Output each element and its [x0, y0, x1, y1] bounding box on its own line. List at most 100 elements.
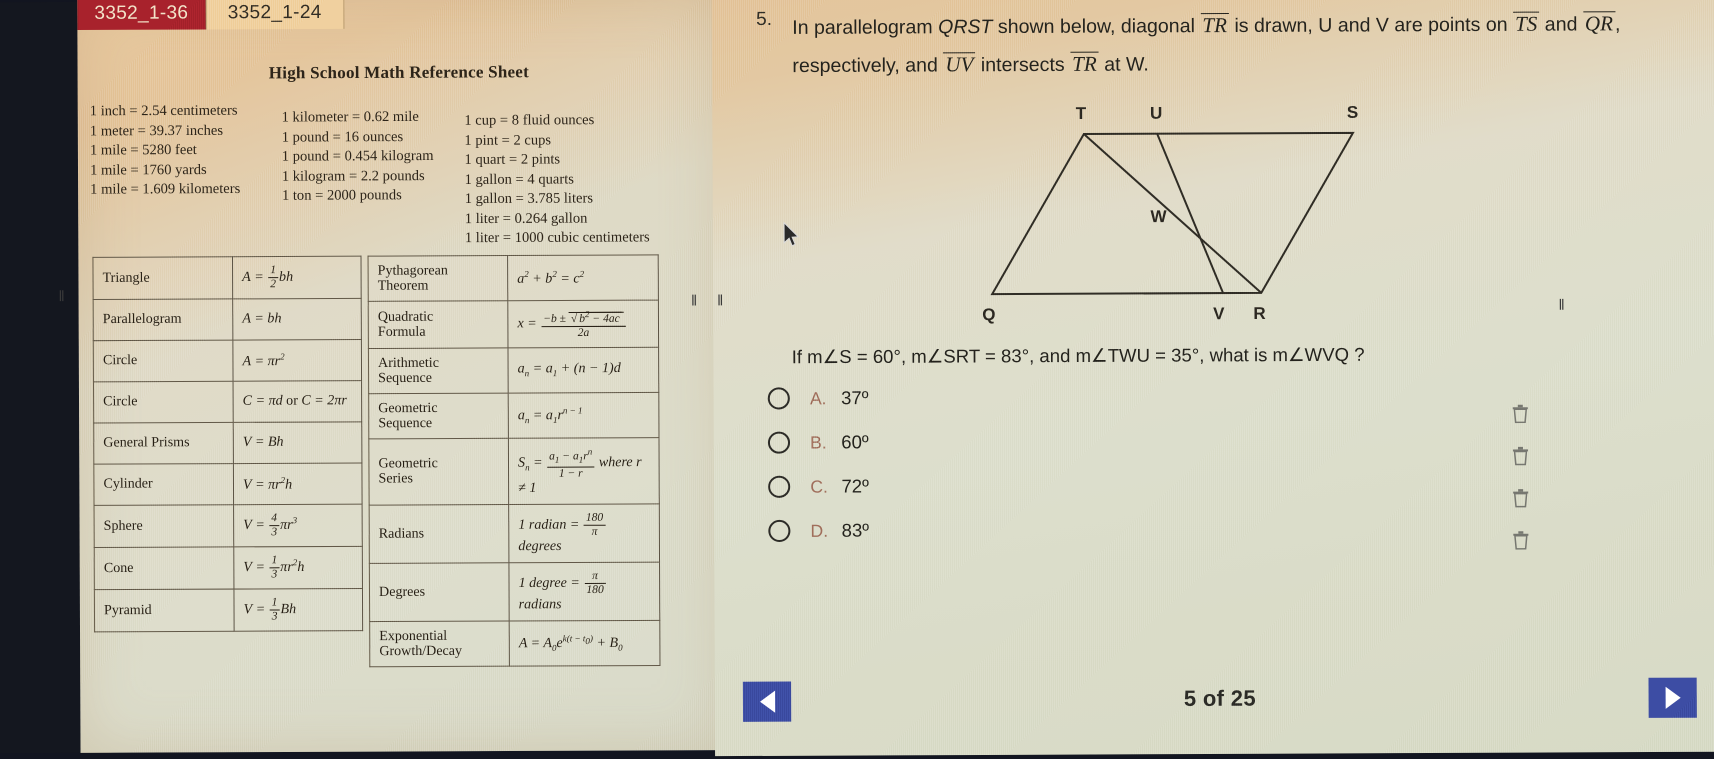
- conversion-line: 1 pint = 2 cups: [464, 131, 552, 149]
- table-row: Exponential Growth/Decay A = A0ek(t − t0)…: [369, 620, 660, 667]
- stem-text: shown below, diagonal: [997, 15, 1195, 39]
- radio-button-c[interactable]: [768, 475, 791, 498]
- row-label: Parallelogram: [93, 298, 233, 341]
- table-row: General Prisms V = Bh: [93, 421, 362, 465]
- segment-uv-line: [1156, 133, 1225, 294]
- formulas-table: Pythagorean Theorem a2 + b2 = c2 Quadrati…: [367, 254, 661, 668]
- table-row: Sphere V = 4 3 πr3: [94, 504, 363, 548]
- conversion-line: 1 mile = 5280 feet: [89, 141, 197, 159]
- delete-button-3[interactable]: [1495, 476, 1545, 518]
- row-label: General Prisms: [93, 422, 234, 465]
- row-label: Cylinder: [93, 463, 234, 506]
- table-row: Pyramid V = 1 3 Bh: [94, 588, 363, 632]
- parallelogram-diagram: T U S W Q V R: [982, 103, 1358, 324]
- delete-icon: [1512, 404, 1528, 423]
- row-label: Geometric Series: [368, 438, 509, 506]
- row-formula: A = bh: [232, 298, 362, 341]
- conversion-line: 1 meter = 39.37 inches: [89, 122, 224, 139]
- row-formula: Sn = a1 − a1rn 1 − r where r ≠ 1: [508, 437, 660, 505]
- row-label: Circle: [93, 381, 234, 424]
- option-a[interactable]: A. 37º: [734, 376, 869, 421]
- table-row: Cylinder V = πr2h: [93, 463, 363, 506]
- row-label: Arithmetic Sequence: [368, 347, 509, 394]
- row-label: Quadratic Formula: [368, 300, 508, 349]
- table-row: Cone V = 1 3 πr2h: [94, 546, 363, 590]
- panel-seam-tick-1: ‖: [690, 292, 698, 310]
- next-question-button[interactable]: [1648, 677, 1697, 718]
- option-text: 37º: [840, 387, 869, 409]
- delete-icon: [1512, 530, 1528, 550]
- conversion-line: 1 gallon = 4 quarts: [464, 170, 574, 188]
- option-text: 60º: [841, 431, 869, 453]
- geometry-figure: T U S W Q V R: [943, 94, 1647, 328]
- conversion-line: 1 liter = 0.264 gallon: [464, 210, 588, 227]
- row-label: Sphere: [94, 504, 234, 548]
- table-row: Quadratic Formula x = −b ± √ b2 − 4ac 2a: [368, 300, 659, 349]
- vertex-label-q: Q: [982, 305, 995, 324]
- row-formula: V = Bh: [233, 421, 362, 464]
- delete-button-2[interactable]: [1495, 434, 1545, 476]
- conversion-line: 1 mile = 1.609 kilometers: [90, 180, 241, 198]
- row-label: Pythagorean Theorem: [368, 255, 508, 302]
- conversion-line: 1 kilogram = 2.2 pounds: [281, 167, 425, 185]
- vertex-label-u: U: [1150, 104, 1162, 123]
- row-formula: V = 4 3 πr3: [233, 504, 363, 547]
- option-letter: C.: [810, 476, 828, 497]
- question-stem: In parallelogram QRST shown below, diago…: [792, 5, 1656, 85]
- stem-text: and: [1544, 13, 1578, 36]
- panel-seam-tick-2: ‖: [717, 292, 724, 310]
- mouse-cursor: [783, 221, 801, 253]
- delete-button-4[interactable]: [1495, 519, 1545, 561]
- area-volume-table: Triangle A = 1 2 bh Parallelogram A = bh C…: [92, 255, 364, 633]
- page-counter: 5 of 25: [1183, 685, 1256, 711]
- row-label: Pyramid: [94, 589, 235, 632]
- row-formula: a2 + b2 = c2: [507, 254, 659, 301]
- conversion-line: 1 pound = 0.454 kilogram: [281, 147, 434, 165]
- row-label: Triangle: [92, 256, 233, 300]
- option-d[interactable]: D. 83º: [734, 508, 869, 553]
- tab-label: 3352_1-24: [227, 1, 322, 23]
- vertex-label-r: R: [1253, 304, 1265, 323]
- tab-3352_1-36[interactable]: 3352_1-36: [77, 0, 206, 31]
- stem-text: is drawn, U and V are points on: [1234, 13, 1508, 38]
- segment-qr: QR: [1582, 11, 1616, 36]
- row-formula: C = πd or C = 2πr: [233, 380, 362, 423]
- side-tool-column: [1495, 392, 1546, 561]
- table-row: Pythagorean Theorem a2 + b2 = c2: [368, 254, 659, 302]
- vertex-label-v: V: [1213, 304, 1225, 323]
- stem-text: at W.: [1104, 53, 1149, 76]
- radio-button-d[interactable]: [768, 519, 791, 543]
- delete-icon: [1512, 446, 1528, 465]
- option-c[interactable]: C. 72º: [734, 464, 869, 509]
- radio-button-a[interactable]: [767, 387, 790, 410]
- question-number: 5.: [756, 8, 773, 31]
- row-label: Exponential Growth/Decay: [369, 620, 510, 667]
- row-label: Circle: [93, 340, 234, 382]
- segment-uv: UV: [943, 52, 976, 77]
- conversion-line: 1 quart = 2 pints: [464, 151, 561, 168]
- delete-button-1[interactable]: [1495, 392, 1545, 434]
- conversion-line: 1 liter = 1000 cubic centimeters: [464, 229, 650, 247]
- diagonal-tr: [1083, 133, 1262, 294]
- radio-button-b[interactable]: [767, 431, 791, 454]
- answer-options: A. 37º B. 60º C. 72º D. 83º: [734, 376, 870, 553]
- option-text: 72º: [841, 475, 869, 497]
- conversion-line: 1 pound = 16 ounces: [281, 128, 404, 146]
- right-seam-tick: ‖: [1558, 296, 1565, 314]
- reference-sheet-panel: 3352_1-36 3352_1-24 High School Math Ref…: [77, 0, 724, 753]
- option-b[interactable]: B. 60º: [734, 420, 869, 465]
- stem-text: intersects: [980, 53, 1065, 77]
- row-label: Radians: [369, 504, 509, 564]
- conversions-column-3: 1 cup = 8 fluid ounces 1 pint = 2 cups 1…: [464, 111, 649, 249]
- row-label: Cone: [94, 546, 234, 590]
- row-formula: V = 1 3 πr2h: [233, 546, 363, 590]
- table-row: Triangle A = 1 2 bh: [92, 256, 362, 300]
- navigation-bar: 5 of 25: [715, 677, 1714, 734]
- tab-3352_1-24[interactable]: 3352_1-24: [205, 0, 345, 30]
- tab-bar: 3352_1-36 3352_1-24: [77, 0, 345, 31]
- stem-text: In parallelogram: [792, 16, 933, 39]
- table-row: Radians 1 radian = 180 π degrees: [369, 503, 660, 564]
- row-formula: V = 1 3 Bh: [233, 588, 363, 632]
- conversion-line: 1 ton = 2000 pounds: [281, 187, 402, 204]
- conversions-column-1: 1 inch = 2.54 centimeters 1 meter = 39.3…: [90, 102, 241, 201]
